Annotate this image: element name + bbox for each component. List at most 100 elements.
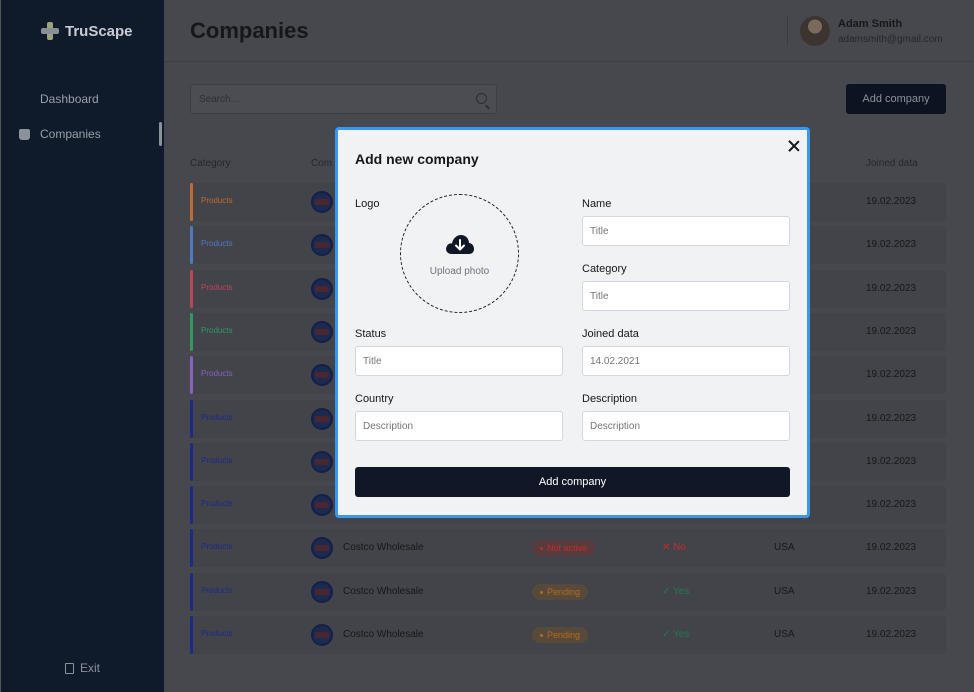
country-label: Country xyxy=(355,393,394,405)
country-cell: USA xyxy=(774,542,795,553)
add-company-modal: Add new company Logo Upload photo Name C… xyxy=(335,127,810,518)
joined-date-cell: 19.02.2023 xyxy=(866,413,917,424)
divider xyxy=(787,16,788,46)
category-accent-bar xyxy=(190,400,193,438)
exit-label: Exit xyxy=(80,661,101,675)
category-cell: Products xyxy=(201,283,233,292)
category-cell: Products xyxy=(201,629,233,638)
category-cell: Products xyxy=(201,196,233,205)
category-accent-bar xyxy=(190,270,193,308)
brand-name: TruScape xyxy=(65,22,133,40)
active-cell: ✓ Yes xyxy=(662,629,690,640)
grid-icon xyxy=(19,94,30,105)
search-placeholder: Search... xyxy=(199,94,240,105)
category-accent-bar xyxy=(190,356,193,394)
category-cell: Products xyxy=(201,239,233,248)
company-logo-icon xyxy=(311,581,333,603)
joined-date-cell: 19.02.2023 xyxy=(866,196,917,207)
category-accent-bar xyxy=(190,313,193,351)
column-header-joined[interactable]: Joined data xyxy=(866,158,918,169)
category-cell: Products xyxy=(201,326,233,335)
company-logo-icon xyxy=(311,278,333,300)
status-badge: Pending xyxy=(532,627,589,643)
company-logo-icon xyxy=(311,234,333,256)
status-dot-icon xyxy=(540,590,543,594)
active-indicator xyxy=(159,122,162,146)
company-logo-icon xyxy=(311,494,333,516)
page-title: Companies xyxy=(190,18,309,43)
category-cell: Products xyxy=(201,499,233,508)
category-accent-bar xyxy=(190,573,193,611)
status-badge: Pending xyxy=(532,584,589,600)
status-dot-icon xyxy=(540,546,543,550)
user-email: adamsmith@gmail.com xyxy=(838,34,943,45)
avatar[interactable] xyxy=(800,16,830,46)
logo-label: Logo xyxy=(355,198,380,210)
description-field[interactable] xyxy=(582,411,790,441)
status-label: Not active xyxy=(547,543,588,553)
joined-date-cell: 19.02.2023 xyxy=(866,586,917,597)
joined-label: Joined data xyxy=(582,328,639,340)
category-accent-bar xyxy=(190,183,193,221)
joined-date-field[interactable] xyxy=(582,346,790,376)
company-logo-icon xyxy=(311,191,333,213)
sidebar-item-companies[interactable]: Companies xyxy=(19,127,101,141)
column-header-category[interactable]: Category xyxy=(190,158,231,169)
close-icon[interactable] xyxy=(787,139,801,153)
joined-date-cell: 19.02.2023 xyxy=(866,629,917,640)
company-name-cell: Costco Wholesale xyxy=(343,586,424,597)
table-row[interactable]: Products Costco Wholesale Pending ✓ Yes USA 1… xyxy=(190,616,946,654)
status-label: Pending xyxy=(547,630,581,640)
country-field[interactable] xyxy=(355,411,563,441)
upload-label: Upload photo xyxy=(429,266,490,277)
app: TruScape Dashboard Companies Exit Compan… xyxy=(0,0,974,692)
submit-add-company-button[interactable]: Add company xyxy=(355,467,790,497)
category-accent-bar xyxy=(190,443,193,481)
company-logo-icon xyxy=(311,624,333,646)
upload-photo-dropzone[interactable]: Upload photo xyxy=(400,194,519,313)
category-cell: Products xyxy=(201,542,233,551)
active-cell: ✓ Yes xyxy=(662,586,690,597)
company-name-cell: Costco Wholesale xyxy=(343,542,424,553)
table-row[interactable]: Products Costco Wholesale Not active ✕ No US… xyxy=(190,529,946,567)
company-name-cell: Costco Wholesale xyxy=(343,629,424,640)
category-cell: Products xyxy=(201,413,233,422)
sidebar-item-label: Companies xyxy=(40,127,101,141)
company-logo-icon xyxy=(311,364,333,386)
status-dot-icon xyxy=(540,633,543,637)
joined-date-cell: 19.02.2023 xyxy=(866,499,917,510)
search-icon[interactable] xyxy=(476,93,487,104)
category-cell: Products xyxy=(201,586,233,595)
name-label: Name xyxy=(582,198,612,210)
user-name: Adam Smith xyxy=(838,18,903,30)
active-cell: ✕ No xyxy=(662,542,686,553)
sidebar-item-label: Dashboard xyxy=(40,92,99,106)
company-logo-icon xyxy=(311,408,333,430)
country-cell: USA xyxy=(774,629,795,640)
category-cell: Products xyxy=(201,369,233,378)
status-label: Status xyxy=(355,328,387,340)
table-row[interactable]: Products Costco Wholesale Pending ✓ Yes USA 1… xyxy=(190,573,946,611)
sidebar-item-dashboard[interactable]: Dashboard xyxy=(19,92,99,106)
category-accent-bar xyxy=(190,486,193,524)
search-input[interactable]: Search... xyxy=(190,84,497,114)
status-field[interactable] xyxy=(355,346,563,376)
company-logo-icon xyxy=(311,537,333,559)
modal-title: Add new company xyxy=(355,151,479,167)
country-cell: USA xyxy=(774,586,795,597)
name-field[interactable] xyxy=(582,216,790,246)
category-accent-bar xyxy=(190,226,193,264)
status-badge: Not active xyxy=(532,540,596,556)
category-field[interactable] xyxy=(582,281,790,311)
joined-date-cell: 19.02.2023 xyxy=(866,456,917,467)
add-company-button[interactable]: Add company xyxy=(846,84,946,114)
category-accent-bar xyxy=(190,616,193,654)
category-cell: Products xyxy=(201,456,233,465)
joined-date-cell: 19.02.2023 xyxy=(866,283,917,294)
description-label: Description xyxy=(582,393,638,405)
column-header-company[interactable]: Com xyxy=(311,158,332,169)
joined-date-cell: 19.02.2023 xyxy=(866,369,917,380)
exit-button[interactable]: Exit xyxy=(65,661,100,675)
joined-date-cell: 19.02.2023 xyxy=(866,239,917,250)
brand-logo[interactable]: TruScape xyxy=(41,22,133,40)
